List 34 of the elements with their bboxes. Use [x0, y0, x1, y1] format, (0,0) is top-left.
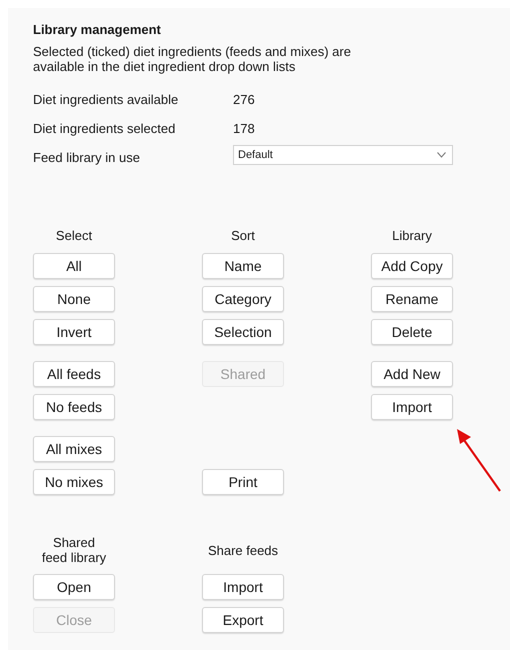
stat-label: Diet ingredients selected — [33, 120, 176, 136]
column-heading: Select — [54, 228, 94, 245]
action-button[interactable]: Delete — [371, 319, 453, 345]
action-button[interactable]: Selection — [202, 319, 284, 345]
action-button[interactable]: Add Copy — [371, 253, 453, 279]
annotation-arrow — [457, 429, 501, 492]
action-button[interactable]: Import — [371, 394, 453, 420]
action-button[interactable]: Add New — [371, 361, 453, 387]
column-heading: Library — [391, 228, 433, 245]
action-button[interactable]: Import — [202, 574, 284, 600]
field-label: Feed library in use — [33, 150, 141, 164]
action-button[interactable]: Rename — [371, 286, 453, 312]
stat-label: Diet ingredients available — [33, 92, 180, 106]
action-button[interactable]: No feeds — [33, 394, 115, 420]
stat-value: 276 — [233, 92, 255, 106]
action-button[interactable]: Name — [202, 253, 284, 279]
action-button[interactable]: All mixes — [33, 436, 115, 462]
action-button[interactable]: No mixes — [33, 469, 115, 495]
panel-title: Library management — [33, 22, 162, 37]
library-dropdown[interactable]: Default — [233, 145, 453, 165]
action-button[interactable]: None — [33, 286, 115, 312]
action-button[interactable]: All — [33, 253, 115, 279]
action-button[interactable]: All feeds — [33, 361, 115, 387]
description-text: Selected (ticked) diet ingredients (feeds and mixes) are available in the diet ingredient drop down lists — [33, 44, 352, 74]
section-heading: Shared feed library — [40, 534, 108, 566]
action-button[interactable]: Export — [202, 607, 284, 633]
action-button[interactable]: Print — [202, 469, 284, 495]
action-button[interactable]: Open — [33, 574, 115, 600]
section-heading: Share feeds — [206, 542, 280, 560]
column-heading: Sort — [230, 228, 256, 245]
stat-value: 178 — [233, 120, 255, 136]
action-button[interactable]: Invert — [33, 319, 115, 345]
action-button[interactable]: Category — [202, 286, 284, 312]
chevron-icon — [437, 152, 446, 158]
